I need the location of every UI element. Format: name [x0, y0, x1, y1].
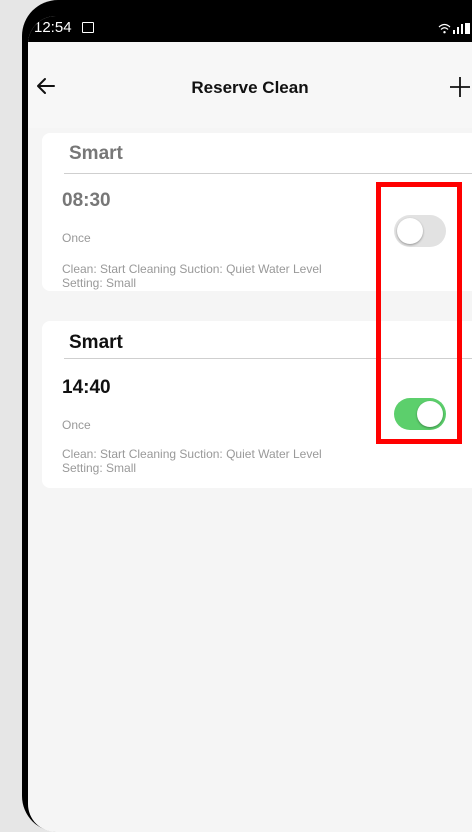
battery-icon — [465, 23, 470, 34]
schedule-details: Clean: Start Cleaning Suction: Quiet Wat… — [62, 447, 322, 475]
divider — [64, 358, 472, 359]
app-screen: 12:54 Reserve Clean Smart 08:30 Once Cle… — [28, 16, 472, 832]
schedule-mode-title: Smart — [69, 143, 123, 164]
schedule-details: Clean: Start Cleaning Suction: Quiet Wat… — [62, 262, 322, 290]
status-icons — [438, 21, 470, 35]
schedule-card[interactable]: Smart 08:30 Once Clean: Start Cleaning S… — [42, 133, 472, 291]
gallery-icon — [82, 22, 94, 33]
signal-icon — [453, 23, 463, 34]
schedule-time: 14:40 — [62, 377, 111, 398]
schedule-repeat: Once — [62, 231, 91, 245]
toggle-knob — [417, 401, 443, 427]
schedule-mode-title: Smart — [69, 332, 123, 353]
schedule-time: 08:30 — [62, 190, 111, 211]
toggle-knob — [397, 218, 423, 244]
schedule-toggle[interactable] — [394, 398, 446, 430]
divider — [64, 173, 472, 174]
status-bar: 12:54 — [28, 16, 472, 42]
schedule-toggle[interactable] — [394, 215, 446, 247]
plus-icon[interactable] — [448, 75, 472, 99]
schedule-card[interactable]: Smart 14:40 Once Clean: Start Cleaning S… — [42, 321, 472, 488]
schedule-repeat: Once — [62, 418, 91, 432]
wifi-icon — [438, 23, 451, 33]
app-header: Reserve Clean — [28, 42, 472, 128]
page-title: Reserve Clean — [191, 78, 309, 97]
status-time: 12:54 — [34, 19, 72, 36]
